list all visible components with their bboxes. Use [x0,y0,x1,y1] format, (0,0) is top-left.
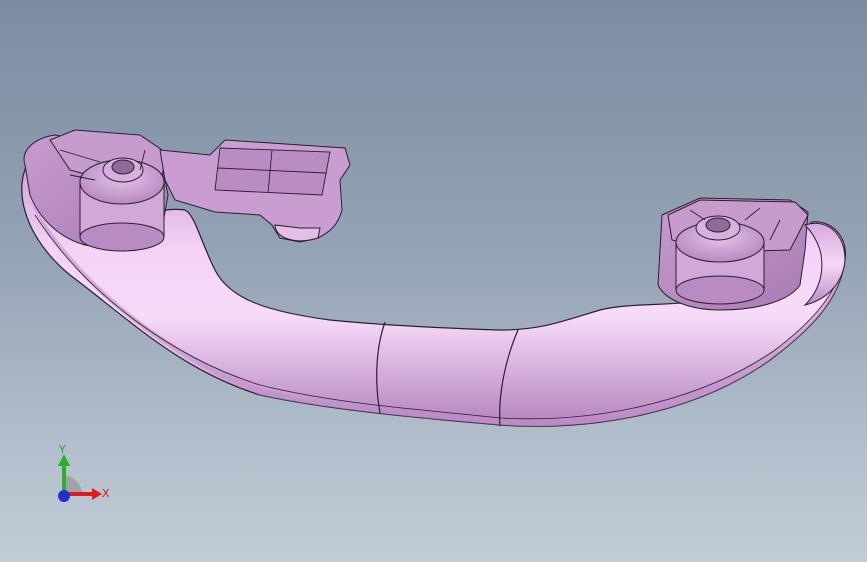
coordinate-triad [58,454,102,502]
z-axis-icon [58,490,70,502]
left-screw-hole [111,159,135,175]
y-axis-label: Y [59,443,66,456]
graphics-viewport[interactable]: Y X [0,0,867,562]
tab-grid [214,147,331,196]
right-screw-hole [705,217,731,233]
x-axis-label: X [102,487,110,500]
x-arrow-icon [92,488,102,500]
left-boss-bottom [79,222,165,252]
right-boss-bottom [675,275,765,305]
handle-model[interactable] [0,0,867,562]
